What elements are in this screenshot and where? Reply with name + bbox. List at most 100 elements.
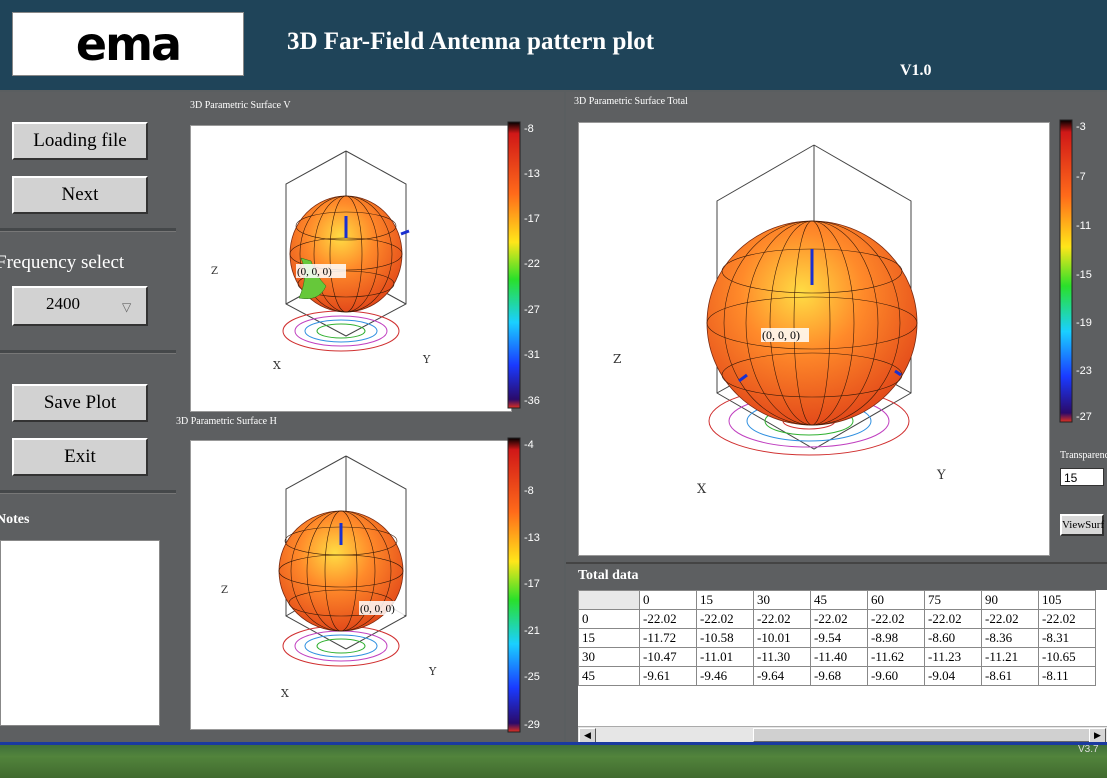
row-header: 45 bbox=[578, 666, 640, 686]
plot-v-origin-label: (0, 0, 0) bbox=[297, 266, 332, 278]
axis-y-label: Y bbox=[422, 353, 431, 366]
colorbar-tick: -19 bbox=[1076, 317, 1092, 329]
axis-y-label: Y bbox=[428, 665, 437, 678]
table-cell[interactable]: -9.61 bbox=[639, 666, 697, 686]
desktop-background bbox=[0, 742, 1107, 778]
colorbar-tick: -27 bbox=[524, 304, 540, 316]
table-cell[interactable]: -22.02 bbox=[810, 609, 868, 629]
column-header: 45 bbox=[810, 590, 868, 610]
frequency-select-label: Frequency select bbox=[0, 252, 125, 273]
column-header: 0 bbox=[639, 590, 697, 610]
plot-h-origin-label: (0, 0, 0) bbox=[360, 603, 395, 615]
frequency-select[interactable]: 2400 ▽ bbox=[12, 286, 148, 326]
table-cell[interactable]: -10.01 bbox=[753, 628, 811, 648]
table-cell[interactable]: -8.31 bbox=[1038, 628, 1096, 648]
table-header-row: 0 15 30 45 60 75 90 105 bbox=[578, 590, 1096, 610]
axis-z-label: Z bbox=[613, 352, 621, 366]
table-cell[interactable]: -22.02 bbox=[639, 609, 697, 629]
table-cell[interactable]: -10.47 bbox=[639, 647, 697, 667]
table-cell[interactable]: -11.23 bbox=[924, 647, 982, 667]
table-cell[interactable]: -22.02 bbox=[1038, 609, 1096, 629]
next-button[interactable]: Next bbox=[12, 176, 148, 214]
table-cell[interactable]: -9.46 bbox=[696, 666, 754, 686]
transparency-label: Transparency bbox=[1060, 450, 1107, 461]
table-cell[interactable]: -8.98 bbox=[867, 628, 925, 648]
column-header: 15 bbox=[696, 590, 754, 610]
table-cell[interactable]: -22.02 bbox=[867, 609, 925, 629]
table-cell[interactable]: -10.65 bbox=[1038, 647, 1096, 667]
total-data-table: 0 15 30 45 60 75 90 105 0 -22.02 -22.02 … bbox=[578, 590, 1096, 686]
table-cell[interactable]: -9.64 bbox=[753, 666, 811, 686]
colorbar-tick: -3 bbox=[1076, 121, 1086, 133]
plot-total-colorbar: -3 -7 -11 -15 -19 -23 -27 bbox=[1059, 119, 1092, 423]
plot-total-canvas[interactable]: (0, 0, 0) Z X Y bbox=[578, 122, 1050, 556]
table-cell[interactable]: -8.61 bbox=[981, 666, 1039, 686]
app-header: ema 3D Far-Field Antenna pattern plot V1… bbox=[0, 0, 1107, 90]
plot-total-graphic: (0, 0, 0) Z X Y bbox=[613, 144, 946, 497]
table-cell[interactable]: -9.04 bbox=[924, 666, 982, 686]
table-cell[interactable]: -11.01 bbox=[696, 647, 754, 667]
row-header: 30 bbox=[578, 647, 640, 667]
logo: ema bbox=[12, 12, 244, 76]
colorbar-tick: -31 bbox=[524, 349, 540, 361]
table-cell[interactable]: -11.72 bbox=[639, 628, 697, 648]
table-cell[interactable]: -11.62 bbox=[867, 647, 925, 667]
transparency-input[interactable]: 15 bbox=[1060, 468, 1104, 486]
save-plot-button[interactable]: Save Plot bbox=[12, 384, 148, 422]
plot-v-canvas[interactable]: (0, 0, 0) Z X Y bbox=[190, 125, 512, 412]
column-header: 60 bbox=[867, 590, 925, 610]
plot-total-origin-label: (0, 0, 0) bbox=[762, 328, 800, 342]
colorbar-tick: -8 bbox=[524, 123, 534, 135]
table-cell[interactable]: -10.58 bbox=[696, 628, 754, 648]
colorbar-tick: -36 bbox=[524, 395, 540, 407]
table-cell[interactable]: -22.02 bbox=[753, 609, 811, 629]
total-data-panel: Total data 0 15 30 45 60 75 90 105 0 -22… bbox=[566, 562, 1107, 744]
colorbar-tick: -11 bbox=[1076, 220, 1091, 232]
colorbar-tick: -8 bbox=[524, 485, 534, 497]
divider bbox=[0, 228, 176, 232]
colorbar-tick: -13 bbox=[524, 532, 540, 544]
table-cell[interactable]: -22.02 bbox=[981, 609, 1039, 629]
plot-h-title: 3D Parametric Surface H bbox=[176, 416, 277, 427]
notes-textarea[interactable] bbox=[0, 540, 160, 726]
loading-file-button[interactable]: Loading file bbox=[12, 122, 148, 160]
total-data-label: Total data bbox=[578, 568, 639, 583]
column-header: 30 bbox=[753, 590, 811, 610]
chevron-down-icon[interactable]: ▽ bbox=[122, 300, 131, 314]
colorbar-tick: -17 bbox=[524, 578, 540, 590]
table-cell[interactable]: -11.40 bbox=[810, 647, 868, 667]
table-cell[interactable]: -22.02 bbox=[924, 609, 982, 629]
colorbar-tick: -23 bbox=[1076, 365, 1092, 377]
plot-total-title: 3D Parametric Surface Total bbox=[574, 96, 688, 107]
table-cell[interactable]: -9.60 bbox=[867, 666, 925, 686]
table-cell[interactable]: -22.02 bbox=[696, 609, 754, 629]
table-cell[interactable]: -8.11 bbox=[1038, 666, 1096, 686]
colorbar-tick: -7 bbox=[1076, 171, 1086, 183]
table-cell[interactable]: -11.21 bbox=[981, 647, 1039, 667]
column-header: 105 bbox=[1038, 590, 1096, 610]
colorbar-tick: -29 bbox=[524, 719, 540, 731]
scrollbar-thumb[interactable] bbox=[753, 728, 1103, 742]
plot-h-colorbar: -4 -8 -13 -17 -21 -25 -29 bbox=[507, 437, 540, 733]
table-cell[interactable]: -8.36 bbox=[981, 628, 1039, 648]
table-row: 30 -10.47 -11.01 -11.30 -11.40 -11.62 -1… bbox=[578, 647, 1096, 667]
version-label: V1.0 bbox=[900, 62, 932, 79]
divider bbox=[0, 350, 176, 354]
plot-v-title: 3D Parametric Surface V bbox=[190, 100, 291, 111]
app-title: 3D Far-Field Antenna pattern plot bbox=[287, 28, 655, 55]
table-cell[interactable]: -9.68 bbox=[810, 666, 868, 686]
table-cell[interactable]: -8.60 bbox=[924, 628, 982, 648]
plot-h-canvas[interactable]: (0, 0, 0) Z X Y bbox=[190, 440, 512, 730]
table-cell[interactable]: -11.30 bbox=[753, 647, 811, 667]
view-surf-button[interactable]: ViewSurf bbox=[1060, 514, 1104, 536]
axis-x-label: X bbox=[697, 482, 707, 497]
total-data-table-container[interactable]: 0 15 30 45 60 75 90 105 0 -22.02 -22.02 … bbox=[578, 590, 1107, 726]
plot-h-graphic: (0, 0, 0) Z X Y bbox=[221, 455, 437, 700]
row-header: 0 bbox=[578, 609, 640, 629]
row-header: 15 bbox=[578, 628, 640, 648]
colorbar-tick: -22 bbox=[524, 258, 540, 270]
plot-v-graphic: (0, 0, 0) Z X Y bbox=[211, 150, 431, 372]
colorbar-tick: -4 bbox=[524, 439, 534, 451]
table-cell[interactable]: -9.54 bbox=[810, 628, 868, 648]
exit-button[interactable]: Exit bbox=[12, 438, 148, 476]
